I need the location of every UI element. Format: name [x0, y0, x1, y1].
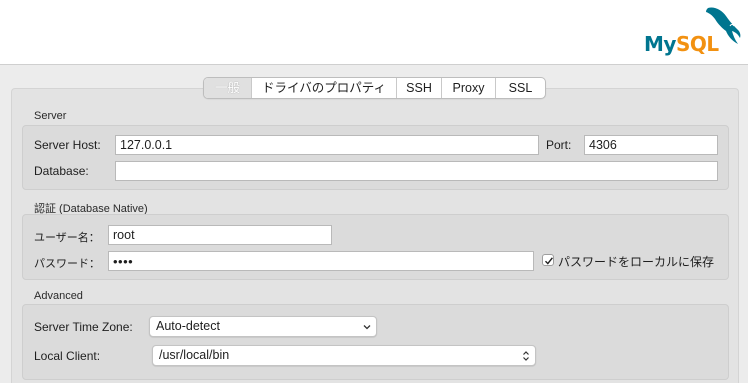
database-label: Database: [34, 164, 89, 178]
chevron-down-icon [363, 325, 371, 330]
local-client-label: Local Client: [34, 349, 101, 363]
save-password-checkbox[interactable] [542, 254, 554, 266]
local-client-select[interactable]: /usr/local/bin [152, 345, 536, 366]
database-input[interactable] [115, 161, 718, 181]
password-label: パスワード： [34, 258, 100, 270]
port-input[interactable] [584, 135, 718, 155]
local-client-value: /usr/local/bin [159, 348, 230, 362]
timezone-value: Auto-detect [156, 319, 220, 333]
mysql-logo: MySQL [642, 4, 744, 58]
dolphin-icon [706, 7, 741, 45]
tab-proxy[interactable]: Proxy [442, 78, 496, 98]
username-label: ユーザー名： [34, 232, 100, 244]
timezone-label: Server Time Zone: [34, 320, 133, 334]
advanced-section-label: Advanced [34, 290, 83, 302]
checkmark-icon [544, 257, 553, 265]
tab-bar: 一般 ドライバのプロパティ SSH Proxy SSL [203, 77, 546, 99]
updown-chevron-icon [523, 351, 529, 361]
tab-ssh[interactable]: SSH [397, 78, 442, 98]
timezone-select[interactable]: Auto-detect [149, 316, 377, 337]
server-section-label: Server [34, 110, 67, 122]
port-label: Port: [546, 138, 572, 152]
tab-driver-properties[interactable]: ドライバのプロパティ [252, 78, 397, 98]
header-bar: MySQL [0, 0, 748, 65]
save-password-label[interactable]: パスワードをローカルに保存 [558, 253, 714, 270]
server-host-input[interactable] [115, 135, 539, 155]
server-host-label: Server Host: [34, 138, 101, 152]
tab-general[interactable]: 一般 [204, 78, 252, 98]
username-input[interactable] [108, 225, 332, 245]
advanced-group [22, 304, 729, 380]
tab-ssl[interactable]: SSL [496, 78, 545, 98]
password-input[interactable] [108, 251, 534, 271]
